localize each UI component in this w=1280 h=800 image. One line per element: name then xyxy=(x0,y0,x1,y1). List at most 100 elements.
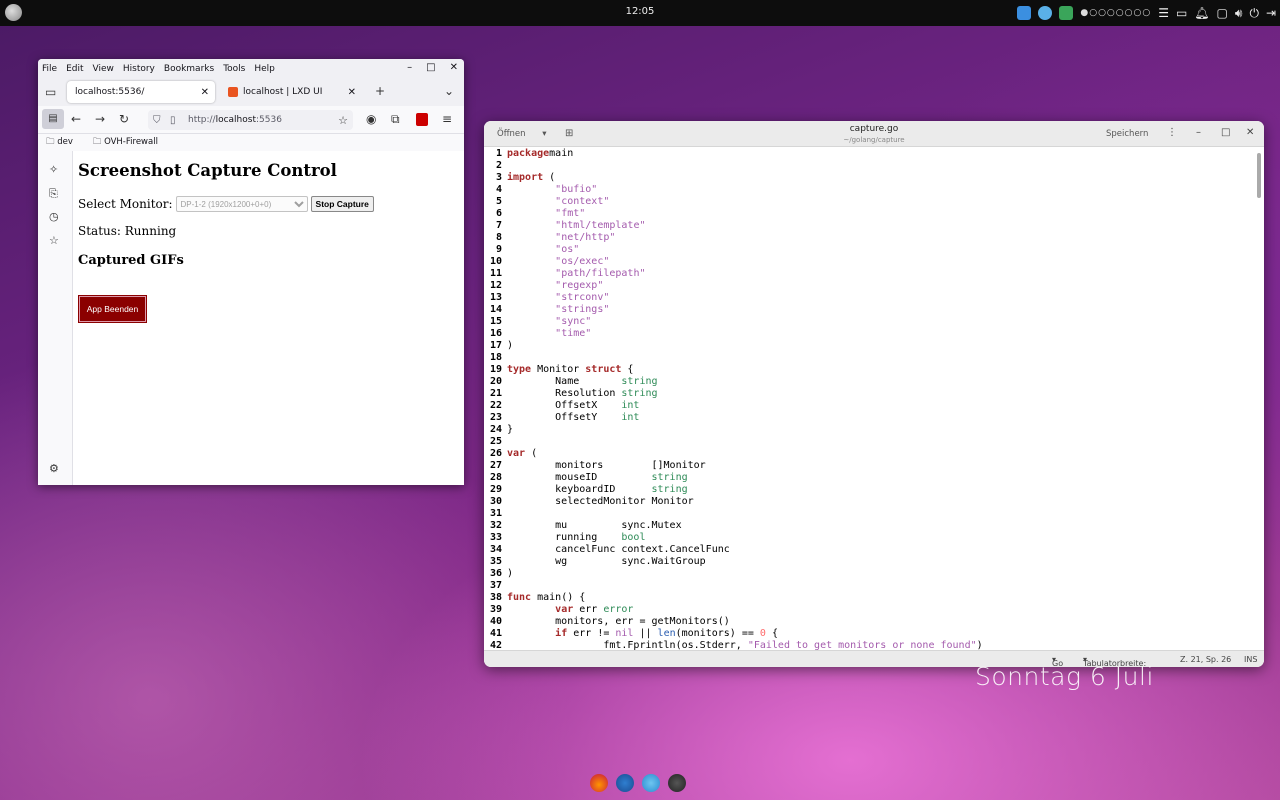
line-text: "fmt" xyxy=(504,208,585,220)
line-text: Name string xyxy=(504,376,657,388)
code-token: "os/exec" xyxy=(555,256,610,267)
code-line: 6 "fmt" xyxy=(484,208,1254,220)
menu-edit[interactable]: Edit xyxy=(66,64,83,74)
code-line: 14 "strings" xyxy=(484,304,1254,316)
code-line: 26 var ( xyxy=(484,448,1254,460)
quit-app-button[interactable]: App Beenden xyxy=(78,295,147,323)
network-tray-icon[interactable] xyxy=(1038,6,1053,20)
workspace-indicator[interactable]: ●○○○○○○○ xyxy=(1080,8,1151,18)
forward-icon[interactable]: → xyxy=(95,112,105,126)
back-icon[interactable]: ← xyxy=(71,112,81,126)
history-clock-icon[interactable]: ◷ xyxy=(49,210,59,223)
messenger-app-icon[interactable] xyxy=(642,774,660,792)
tab-close-icon[interactable]: ✕ xyxy=(201,87,209,98)
account-icon[interactable]: ◉ xyxy=(366,112,376,126)
code-line: 12 "regexp" xyxy=(484,280,1254,292)
line-text: } xyxy=(504,424,513,436)
menu-history[interactable]: History xyxy=(123,64,155,74)
display-icon[interactable]: ▢ xyxy=(1217,6,1228,20)
distro-logo-icon[interactable] xyxy=(5,4,22,21)
terminal-app-icon[interactable] xyxy=(668,774,686,792)
stop-capture-button[interactable]: Stop Capture xyxy=(310,196,374,212)
system-tray: ●○○○○○○○ ☰ ▭ 🔔︎ ▢ 🔊︎ ⏻ ⇥ xyxy=(1017,5,1276,21)
code-token: "regexp" xyxy=(555,280,604,291)
code-token: wg sync.WaitGroup xyxy=(507,556,706,567)
bookmark-dev[interactable]: 🗀︎ dev xyxy=(46,136,83,150)
kebab-menu-icon[interactable]: ⋮ xyxy=(1167,127,1177,138)
minimize-icon[interactable]: – xyxy=(1196,127,1201,138)
line-text xyxy=(504,352,507,364)
tab-lxd-ui[interactable]: localhost | LXD UI ✕ xyxy=(220,81,362,103)
firefox-app-icon[interactable] xyxy=(590,774,608,792)
line-number: 10 xyxy=(489,256,502,267)
menu-help[interactable]: Help xyxy=(254,64,275,74)
line-text: selectedMonitor Monitor xyxy=(504,496,693,508)
tab-localhost[interactable]: localhost:5536/ ✕ xyxy=(67,81,215,103)
code-line: 37 xyxy=(484,580,1254,592)
save-button[interactable]: Speichern xyxy=(1106,129,1148,139)
logout-icon[interactable]: ⇥ xyxy=(1266,6,1276,20)
power-icon[interactable]: ⏻ xyxy=(1249,6,1259,20)
line-number: 37 xyxy=(489,580,502,591)
extensions-icon[interactable]: ⧉ xyxy=(391,112,400,127)
bell-icon[interactable]: 🔔︎ xyxy=(1194,6,1209,20)
bookmark-star-icon[interactable]: ☆ xyxy=(338,114,348,127)
line-number: 40 xyxy=(489,616,502,627)
cursor-position[interactable]: Z. 21, Sp. 26 xyxy=(1180,655,1231,664)
maximize-icon[interactable]: □ xyxy=(426,62,435,73)
synced-tabs-icon[interactable]: ⎘ xyxy=(49,187,58,201)
maximize-icon[interactable]: □ xyxy=(1221,127,1230,138)
sidebar-toggle-icon[interactable]: ▤ xyxy=(42,109,64,129)
line-text: mu sync.Mutex xyxy=(504,520,681,532)
list-icon[interactable]: ☰ xyxy=(1158,6,1169,20)
menu-tools[interactable]: Tools xyxy=(223,64,245,74)
close-icon[interactable]: ✕ xyxy=(1246,127,1254,138)
line-text xyxy=(504,436,507,448)
chevron-down-icon[interactable]: ⌄ xyxy=(444,84,454,98)
code-token: string xyxy=(621,388,658,399)
browser-app-icon[interactable] xyxy=(616,774,634,792)
lxd-favicon-icon xyxy=(228,87,238,97)
tab-close-icon[interactable]: ✕ xyxy=(348,87,356,98)
settings-gear-icon[interactable]: ⚙ xyxy=(49,462,59,475)
line-text: var ( xyxy=(504,448,537,460)
bookmark-ovh-firewall[interactable]: 🗀︎ OVH-Firewall xyxy=(93,136,168,150)
line-text: if err != nil || len(monitors) == 0 { xyxy=(504,628,778,640)
code-token: "sync" xyxy=(555,316,592,327)
reload-icon[interactable]: ↻ xyxy=(119,112,129,126)
ai-sparkle-icon[interactable]: ✧ xyxy=(49,163,58,176)
menu-view[interactable]: View xyxy=(93,64,114,74)
web-page: Screenshot Capture Control Select Monito… xyxy=(78,151,464,485)
code-editor[interactable]: 1 packagemain 2 3 import (4 "bufio" 5 "contex… xyxy=(484,147,1254,650)
close-icon[interactable]: ✕ xyxy=(450,62,458,73)
code-line: 33 running bool xyxy=(484,532,1254,544)
menu-bookmarks[interactable]: Bookmarks xyxy=(164,64,214,74)
minimize-icon[interactable]: – xyxy=(407,62,412,73)
menu-file[interactable]: File xyxy=(42,64,57,74)
scrollbar[interactable] xyxy=(1257,153,1261,198)
monitor-select[interactable]: DP-1-2 (1920x1200+0+0) xyxy=(175,196,308,212)
code-token: err xyxy=(573,604,604,615)
shield-icon[interactable]: ⛉ xyxy=(153,115,161,126)
clock[interactable]: 12:05 xyxy=(620,6,660,17)
code-token: var xyxy=(507,448,526,459)
ublock-icon[interactable] xyxy=(416,113,428,126)
shield-tray-icon[interactable] xyxy=(1059,6,1074,20)
hamburger-menu-icon[interactable]: ≡ xyxy=(442,112,452,126)
code-token: "strings" xyxy=(555,304,610,315)
url-bar[interactable]: ⛉ ▯ http://localhost:5536 ☆ xyxy=(148,110,353,130)
browser-tray-icon[interactable] xyxy=(1017,6,1032,20)
line-number: 34 xyxy=(489,544,502,555)
code-line: 8 "net/http" xyxy=(484,232,1254,244)
new-tab-icon[interactable]: + xyxy=(375,84,385,98)
url-prefix: http:// xyxy=(188,115,216,125)
bookmarks-star-icon[interactable]: ☆ xyxy=(49,234,59,247)
line-text: ) xyxy=(504,568,513,580)
volume-icon[interactable]: 🔊︎ xyxy=(1235,6,1243,20)
folder-icon[interactable]: ▭ xyxy=(1176,6,1187,20)
code-line: 40 monitors, err = getMonitors() xyxy=(484,616,1254,628)
tab-list-icon[interactable]: ▭ xyxy=(45,85,56,99)
code-token: string xyxy=(651,484,688,495)
